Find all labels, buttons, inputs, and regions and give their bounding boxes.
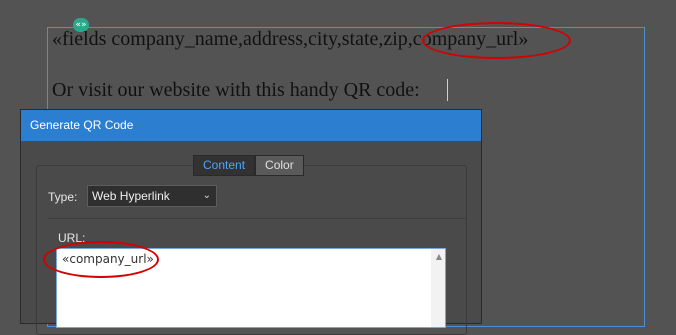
type-label: Type: <box>48 190 78 204</box>
url-textarea[interactable]: «company_url» ▲ <box>56 248 446 328</box>
chevron-down-icon[interactable]: ⌄ <box>203 186 211 206</box>
dialog-title[interactable]: Generate QR Code <box>21 110 481 141</box>
tab-bar: Content Color <box>193 155 304 176</box>
type-select-value: Web Hyperlink <box>92 189 170 203</box>
scroll-up-icon[interactable]: ▲ <box>436 252 442 261</box>
text-cursor <box>447 79 448 101</box>
tab-color[interactable]: Color <box>255 155 304 176</box>
url-scrollbar[interactable]: ▲ <box>431 249 445 327</box>
type-select[interactable]: Web Hyperlink ⌄ <box>87 185 217 207</box>
merge-fields-text[interactable]: «fields company_name,address,city,state,… <box>52 28 528 51</box>
url-label: URL: <box>58 231 86 245</box>
generate-qr-code-dialog: Generate QR Code Content Color Type: Web… <box>20 109 482 335</box>
tab-content[interactable]: Content <box>193 155 256 176</box>
url-value: «company_url» <box>62 252 154 266</box>
divider <box>48 218 466 219</box>
qr-intro-text[interactable]: Or visit our website with this handy QR … <box>52 79 420 102</box>
